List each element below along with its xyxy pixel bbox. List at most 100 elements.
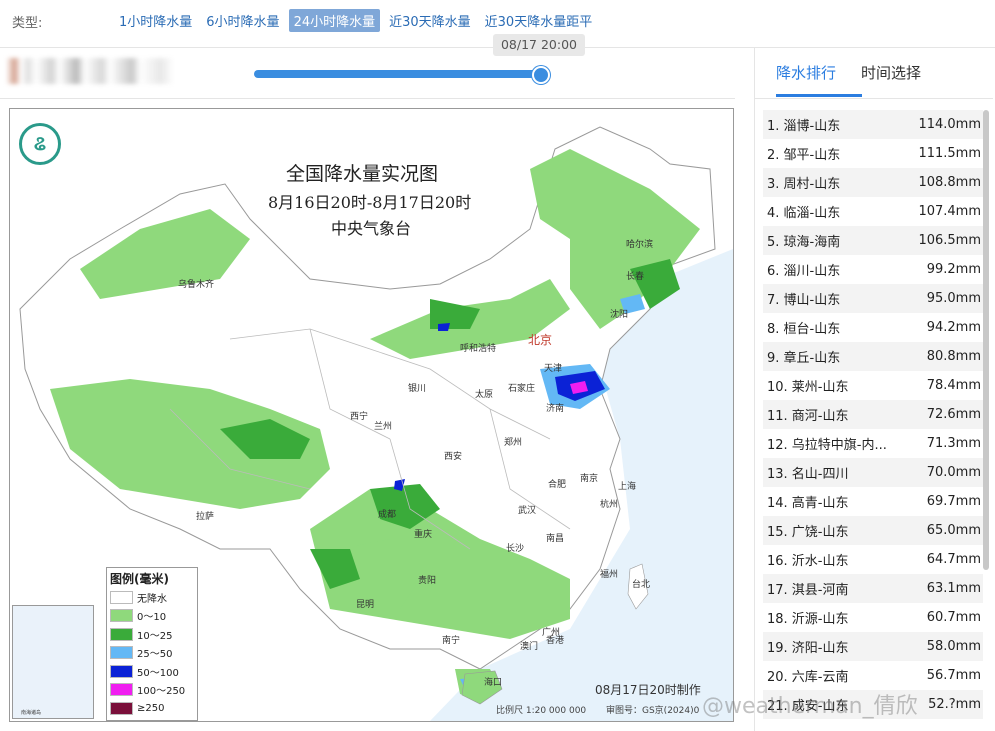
city-label: 呼和浩特 bbox=[460, 344, 497, 354]
tab-6h-precip[interactable]: 6小时降水量 bbox=[201, 9, 284, 32]
legend-label: 无降水 bbox=[137, 593, 167, 605]
tab-30d-anomaly[interactable]: 近30天降水量距平 bbox=[480, 9, 598, 32]
precip-value: 69.7mm bbox=[926, 494, 981, 509]
legend-swatch bbox=[110, 627, 133, 641]
city-label: 贵阳 bbox=[418, 576, 437, 586]
station-name: 19. 济阳-山东 bbox=[767, 641, 849, 656]
list-item[interactable]: 11. 商河-山东 72.6mm bbox=[763, 400, 983, 429]
south-china-sea-inset: 南海诸岛 bbox=[12, 605, 94, 719]
station-name: 5. 琼海-海南 bbox=[767, 235, 841, 250]
list-item[interactable]: 10. 莱州-山东 78.4mm bbox=[763, 371, 983, 400]
city-label: 上海 bbox=[618, 482, 637, 492]
tab-24h-precip[interactable]: 24小时降水量 bbox=[288, 9, 381, 32]
map-org: 中央气象台 bbox=[331, 219, 412, 238]
legend-swatch bbox=[110, 646, 133, 660]
list-item[interactable]: 16. 沂水-山东 64.7mm bbox=[763, 545, 983, 574]
legend-item: 50～100 bbox=[107, 662, 197, 681]
city-label: 香港 bbox=[546, 636, 565, 646]
list-item[interactable]: 5. 琼海-海南 106.5mm bbox=[763, 226, 983, 255]
city-label: 乌鲁木齐 bbox=[178, 280, 215, 290]
timeline: 08/17 20:00 bbox=[0, 34, 740, 98]
legend-swatch bbox=[110, 701, 133, 715]
list-item[interactable]: 13. 名山-四川 70.0mm bbox=[763, 458, 983, 487]
city-label: 澳门 bbox=[520, 642, 539, 652]
station-name: 18. 沂源-山东 bbox=[767, 612, 849, 627]
precip-value: 56.7mm bbox=[926, 668, 981, 683]
side-panel: 降水排行 时间选择 1. 淄博-山东 114.0mm 2. 邹平-山东 111.5m… bbox=[754, 48, 993, 731]
city-label: 济南 bbox=[546, 404, 565, 414]
legend-label: 0～10 bbox=[137, 612, 167, 624]
city-label: 西宁 bbox=[350, 412, 369, 422]
precip-value: 114.0mm bbox=[918, 117, 981, 132]
city-label: 哈尔滨 bbox=[626, 240, 654, 250]
station-name: 3. 周村-山东 bbox=[767, 177, 841, 192]
legend-swatch bbox=[110, 590, 133, 604]
city-label: 重庆 bbox=[414, 530, 433, 540]
city-label: 太原 bbox=[475, 390, 494, 400]
precip-value: 71.3mm bbox=[926, 436, 981, 451]
precipitation-map: ଌ 全国降水量实况图 8月16日20时-8月17日20时 中央气象台 北京 乌鲁… bbox=[9, 108, 734, 722]
type-label: 类型: bbox=[12, 16, 43, 31]
station-name: 7. 博山-山东 bbox=[767, 293, 841, 308]
legend-label: ≥250 bbox=[137, 702, 165, 714]
station-name: 11. 商河-山东 bbox=[767, 409, 849, 424]
watermark: @weatherman_倩欣 bbox=[702, 694, 918, 719]
list-item[interactable]: 9. 章丘-山东 80.8mm bbox=[763, 342, 983, 371]
list-item[interactable]: 3. 周村-山东 108.8mm bbox=[763, 168, 983, 197]
city-label: 银川 bbox=[408, 384, 427, 394]
legend-label: 100～250 bbox=[137, 686, 186, 698]
list-item[interactable]: 1. 淄博-山东 114.0mm bbox=[763, 110, 983, 139]
city-label: 拉萨 bbox=[196, 512, 215, 522]
legend-item: 10～25 bbox=[107, 625, 197, 644]
station-name: 17. 淇县-河南 bbox=[767, 583, 849, 598]
list-item[interactable]: 18. 沂源-山东 60.7mm bbox=[763, 603, 983, 632]
city-label: 北京 bbox=[528, 333, 553, 347]
precip-value: 65.0mm bbox=[926, 523, 981, 538]
list-item[interactable]: 8. 桓台-山东 94.2mm bbox=[763, 313, 983, 342]
map-production-time: 08月17日20时制作 bbox=[595, 683, 701, 697]
list-item[interactable]: 2. 邹平-山东 111.5mm bbox=[763, 139, 983, 168]
precip-value: 72.6mm bbox=[926, 407, 981, 422]
list-item[interactable]: 17. 淇县-河南 63.1mm bbox=[763, 574, 983, 603]
station-name: 13. 名山-四川 bbox=[767, 467, 849, 482]
tab-30d-precip[interactable]: 近30天降水量 bbox=[384, 9, 476, 32]
time-slider-track[interactable] bbox=[254, 70, 540, 78]
legend-swatch bbox=[110, 664, 133, 678]
city-label: 南宁 bbox=[442, 636, 461, 646]
city-label: 成都 bbox=[378, 510, 397, 520]
tab-1h-precip[interactable]: 1小时降水量 bbox=[114, 9, 197, 32]
list-item[interactable]: 14. 高青-山东 69.7mm bbox=[763, 487, 983, 516]
station-name: 9. 章丘-山东 bbox=[767, 351, 841, 366]
city-label: 台北 bbox=[632, 580, 651, 590]
list-item[interactable]: 4. 临淄-山东 107.4mm bbox=[763, 197, 983, 226]
tab-time-select[interactable]: 时间选择 bbox=[861, 62, 921, 83]
precip-value: 95.0mm bbox=[926, 291, 981, 306]
scrollbar[interactable] bbox=[983, 110, 989, 570]
active-tab-indicator bbox=[776, 94, 862, 97]
precip-value: 63.1mm bbox=[926, 581, 981, 596]
list-item[interactable]: 6. 淄川-山东 99.2mm bbox=[763, 255, 983, 284]
legend-item: 无降水 bbox=[107, 588, 197, 607]
legend-title: 图例(毫米) bbox=[110, 572, 169, 586]
list-item[interactable]: 15. 广饶-山东 65.0mm bbox=[763, 516, 983, 545]
legend-label: 10～25 bbox=[137, 630, 173, 642]
legend-item: 100～250 bbox=[107, 681, 197, 700]
list-item[interactable]: 7. 博山-山东 95.0mm bbox=[763, 284, 983, 313]
tab-precip-ranking[interactable]: 降水排行 bbox=[776, 62, 836, 83]
station-name: 1. 淄博-山东 bbox=[767, 119, 841, 134]
precip-value: 78.4mm bbox=[926, 378, 981, 393]
city-label: 郑州 bbox=[504, 438, 523, 448]
city-label: 南昌 bbox=[546, 534, 565, 544]
station-name: 14. 高青-山东 bbox=[767, 496, 849, 511]
station-name: 8. 桓台-山东 bbox=[767, 322, 841, 337]
legend-item: ≥250 bbox=[107, 699, 197, 718]
station-name: 10. 莱州-山东 bbox=[767, 380, 849, 395]
city-label: 长春 bbox=[626, 272, 645, 282]
list-item[interactable]: 19. 济阳-山东 58.0mm bbox=[763, 632, 983, 661]
city-label: 沈阳 bbox=[610, 310, 629, 320]
legend-swatch bbox=[110, 609, 133, 623]
city-label: 合肥 bbox=[548, 480, 567, 490]
list-item[interactable]: 20. 六库-云南 56.7mm bbox=[763, 661, 983, 690]
list-item[interactable]: 12. 乌拉特中旗-内... 71.3mm bbox=[763, 429, 983, 458]
time-slider-handle[interactable] bbox=[532, 66, 550, 84]
